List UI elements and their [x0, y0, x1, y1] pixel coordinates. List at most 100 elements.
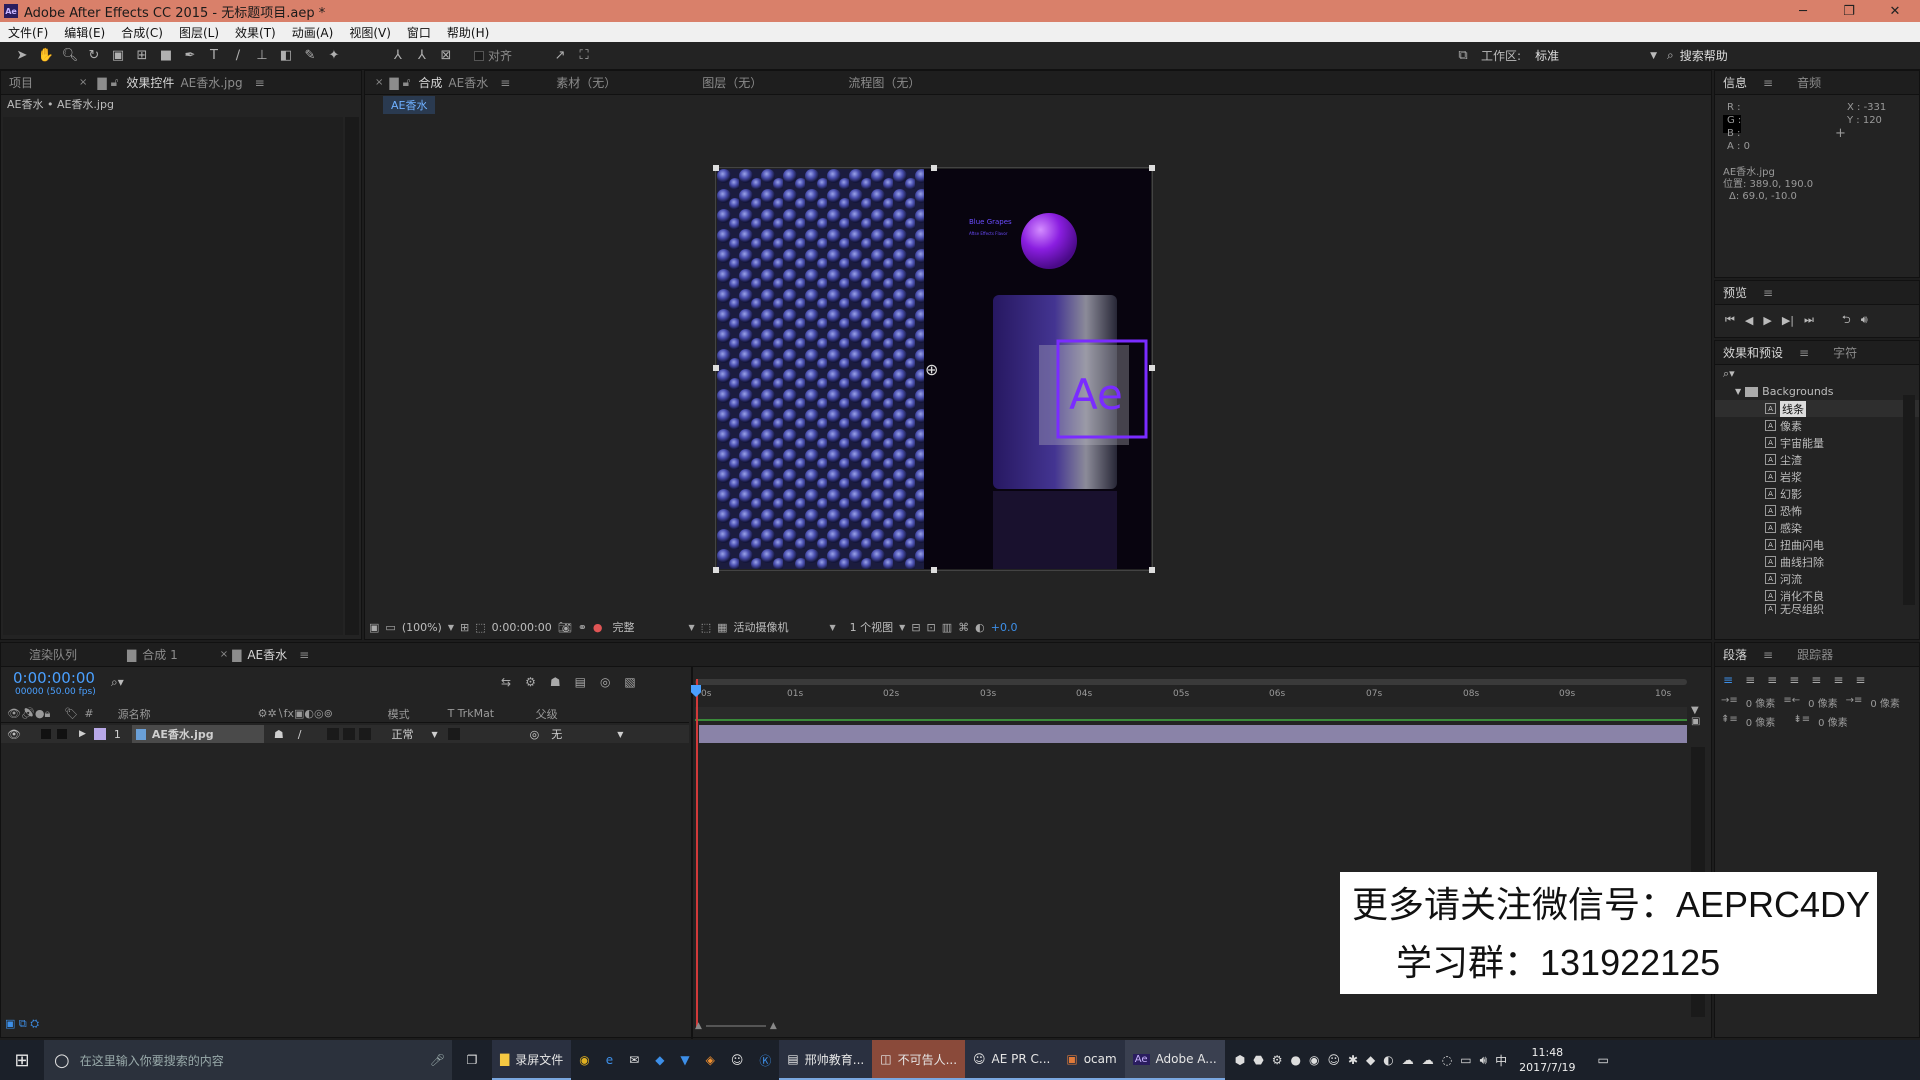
preset-item[interactable]: A 宇宙能量 — [1715, 434, 1919, 451]
zoom-out-icon[interactable]: ▲ — [695, 1021, 702, 1031]
preset-item[interactable]: A 曲线扫除 — [1715, 553, 1919, 570]
taskbar-app[interactable]: ▤ 邢帅教育... — [779, 1040, 873, 1080]
chrome-icon[interactable]: ◉ — [571, 1040, 597, 1080]
panel-menu-icon[interactable]: ≡ — [1755, 286, 1781, 300]
tab-project[interactable]: 项目 — [1, 74, 41, 91]
windows-start-icon[interactable]: ⊞ — [0, 1040, 44, 1080]
transparency-grid-icon[interactable]: ▦ — [717, 621, 727, 634]
tab-effect-controls[interactable]: 效果控件 — [120, 74, 176, 91]
preset-item[interactable]: A 感染 — [1715, 519, 1919, 536]
tray-icon[interactable]: ⚙ — [1272, 1053, 1283, 1067]
current-time-indicator[interactable] — [696, 679, 698, 1029]
tray-icon[interactable]: ⬣ — [1253, 1053, 1263, 1067]
preset-item[interactable]: A 恐怖 — [1715, 502, 1919, 519]
panel-menu-icon[interactable]: ≡ — [291, 648, 317, 662]
tray-icon[interactable]: ☺ — [1327, 1053, 1340, 1067]
play-icon[interactable]: ▶ — [1763, 314, 1771, 327]
layer-row[interactable]: 👁︎ ▶ 1 AE香水.jpg ☗ ∕ 正常 ▼ ◎ 无 ▼ — [1, 725, 689, 743]
close-icon[interactable]: ✕ — [1872, 0, 1918, 22]
tab-comp1[interactable]: 合成 1 — [138, 646, 181, 663]
tab-tracker[interactable]: 跟踪器 — [1789, 646, 1841, 663]
brush-tool-icon[interactable]: ∕ — [226, 44, 250, 68]
tab-flowchart[interactable]: 流程图（无） — [840, 74, 928, 91]
timeline-icon[interactable]: ▥ — [942, 621, 952, 634]
current-timecode[interactable]: 0:00:00:00 — [13, 669, 95, 687]
scrollbar[interactable] — [345, 117, 359, 635]
taskbar-app[interactable]: ◫ 不可告人... — [872, 1040, 966, 1080]
menu-view[interactable]: 视图(V) — [341, 24, 399, 41]
align-checkbox[interactable] — [474, 50, 484, 61]
layer-shy-switch[interactable]: ☗ — [274, 728, 284, 741]
menu-file[interactable]: 文件(F) — [0, 24, 56, 41]
search-icon[interactable]: ⌕▾ — [111, 675, 124, 690]
mic-icon[interactable]: 🎤︎ — [430, 1053, 445, 1067]
close-tab-icon[interactable]: × — [365, 77, 387, 88]
justify-center-icon[interactable]: ≡ — [1811, 673, 1821, 687]
preset-item[interactable]: A 线条 — [1715, 400, 1919, 417]
preserve-transparency-toggle[interactable] — [447, 728, 460, 740]
preset-item[interactable]: A 岩浆 — [1715, 468, 1919, 485]
preset-item[interactable]: A 像素 — [1715, 417, 1919, 434]
eraser-tool-icon[interactable]: ◧ — [274, 44, 298, 68]
padlock-icon[interactable]: 🔓︎ — [401, 75, 413, 90]
axis-local-icon[interactable]: ⅄ — [386, 44, 410, 68]
views-select[interactable]: 1 个视图 — [850, 619, 894, 635]
anchor-point-icon[interactable]: ⊕ — [925, 360, 938, 379]
panel-menu-icon[interactable]: ≡ — [1791, 346, 1817, 360]
zoom-in-icon[interactable]: ▲ — [770, 1021, 777, 1031]
search-help-input[interactable]: 搜索帮助 — [1680, 47, 1728, 64]
task-view-icon[interactable]: ❐ — [452, 1040, 492, 1080]
tab-character[interactable]: 字符 — [1825, 344, 1865, 361]
axis-view-icon[interactable]: ⊠ — [434, 44, 458, 68]
indent-right-value[interactable]: 0 像素 — [1808, 695, 1838, 710]
zoom-slider[interactable]: ▲ ▲ — [695, 1021, 795, 1031]
lock-toggle[interactable] — [56, 729, 67, 739]
tray-icon[interactable]: ◆ — [1366, 1053, 1375, 1067]
tab-composition[interactable]: 合成 — [412, 74, 444, 91]
layer-switch-box[interactable] — [327, 728, 340, 740]
parent-dropdown-icon[interactable]: ▼ — [617, 730, 623, 739]
col-source-name[interactable]: 源名称 — [118, 706, 258, 722]
views-dropdown-icon[interactable]: ▼ — [899, 623, 905, 632]
justify-left-icon[interactable]: ≡ — [1789, 673, 1799, 687]
graph-editor-icon[interactable]: ▧ — [624, 675, 635, 689]
roto-brush-tool-icon[interactable]: ✎ — [298, 44, 322, 68]
viewer-timecode[interactable]: 0:00:00:00 — [492, 621, 552, 634]
tray-icon[interactable]: ☁ — [1422, 1053, 1434, 1067]
track-scroll-icon[interactable]: ▼ ▣ — [1691, 705, 1705, 745]
selection-tool-icon[interactable]: ➤ — [10, 44, 34, 68]
mask-toggle-icon[interactable]: ⬚ — [475, 621, 485, 634]
tray-icon[interactable]: ⬢ — [1235, 1053, 1245, 1067]
mail-icon[interactable]: ✉ — [621, 1040, 647, 1080]
panel-menu-icon[interactable]: ≡ — [1755, 648, 1781, 662]
motion-blur-icon[interactable]: ◎ — [600, 675, 610, 689]
layer-duration-bar[interactable] — [699, 725, 1687, 743]
comp-chip[interactable]: AE香水 — [383, 96, 436, 114]
tab-composition-name[interactable]: AE香水 — [444, 74, 492, 91]
tray-icon[interactable]: ● — [1290, 1053, 1300, 1067]
zoom-select[interactable]: (100%) — [402, 621, 442, 634]
tab-preview[interactable]: 预览 — [1715, 284, 1755, 301]
transform-handle[interactable] — [1149, 165, 1155, 171]
preset-item[interactable]: A 消化不良 — [1715, 587, 1919, 604]
menu-help[interactable]: 帮助(H) — [439, 24, 497, 41]
audio-icon[interactable]: 🔊︎ — [1861, 313, 1868, 327]
zoom-track[interactable] — [705, 1025, 766, 1027]
tab-effect-controls-file[interactable]: AE香水.jpg — [176, 74, 246, 91]
lock-icon[interactable]: ▇ — [95, 76, 108, 90]
next-frame-icon[interactable]: ▶| — [1782, 314, 1794, 327]
preset-item[interactable]: A 幻影 — [1715, 485, 1919, 502]
pen-tool-icon[interactable]: ✒ — [178, 44, 202, 68]
channel-icon[interactable]: ● — [593, 621, 603, 634]
type-tool-icon[interactable]: T — [202, 44, 226, 68]
label-color[interactable] — [93, 728, 106, 740]
notification-icon[interactable]: ▭ — [1590, 1040, 1617, 1080]
tab-render-queue[interactable]: 渲染队列 — [21, 646, 85, 663]
menu-window[interactable]: 窗口 — [399, 24, 439, 41]
fast-previews-icon[interactable]: ⊡ — [927, 621, 936, 634]
toggle-pixel-aspect-icon[interactable]: ⊟ — [911, 621, 920, 634]
clone-stamp-tool-icon[interactable]: ⊥ — [250, 44, 274, 68]
tab-ae-comp[interactable]: AE香水 — [243, 646, 291, 663]
tab-info[interactable]: 信息 — [1715, 74, 1755, 91]
resolution-dropdown-icon[interactable]: ▼ — [689, 623, 695, 632]
